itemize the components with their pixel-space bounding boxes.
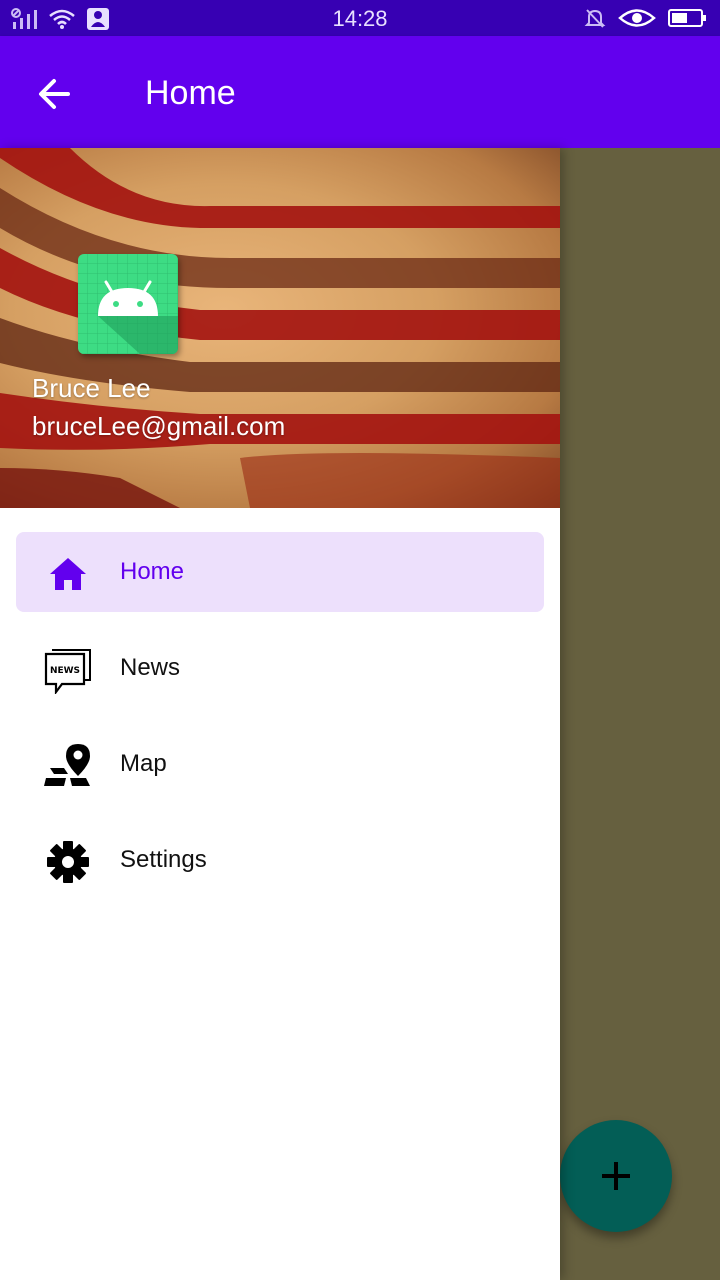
drawer-menu: Home NEWS News Map Settings: [0, 532, 560, 916]
news-icon: NEWS: [44, 646, 92, 696]
add-fab-button[interactable]: [560, 1120, 672, 1232]
drawer-item-label: Home: [120, 558, 185, 585]
user-name: Bruce Lee: [32, 373, 151, 403]
drawer-item-label: Map: [120, 750, 167, 777]
drawer-item-label: News: [120, 654, 181, 681]
app-bar: Home: [0, 36, 720, 148]
status-bar: 14:28: [0, 0, 720, 36]
user-email: bruceLee@gmail.com: [32, 411, 286, 441]
battery-icon: [668, 8, 708, 33]
bell-off-icon: [584, 7, 606, 34]
eye-icon: [618, 7, 656, 34]
drawer-item-map[interactable]: Map: [16, 724, 544, 804]
plus-icon: [602, 1162, 630, 1190]
drawer-item-settings[interactable]: Settings: [16, 820, 544, 900]
status-icons-right: [584, 7, 708, 34]
home-icon: [44, 550, 92, 598]
drawer-item-news[interactable]: NEWS News: [16, 628, 544, 708]
drawer-header: Bruce Lee bruceLee@gmail.com: [0, 148, 560, 508]
navigation-drawer: Bruce Lee bruceLee@gmail.com Home NEWS N…: [0, 148, 560, 1280]
page-title: Home: [145, 74, 236, 112]
map-pin-icon: [44, 742, 92, 790]
drawer-item-home[interactable]: Home: [16, 532, 544, 612]
drawer-item-label: Settings: [120, 846, 207, 873]
svg-text:NEWS: NEWS: [50, 666, 80, 676]
drawer-scrim[interactable]: [560, 148, 720, 1280]
android-icon[interactable]: [78, 254, 178, 354]
back-arrow-icon[interactable]: [34, 74, 74, 114]
gear-icon: [44, 838, 92, 886]
